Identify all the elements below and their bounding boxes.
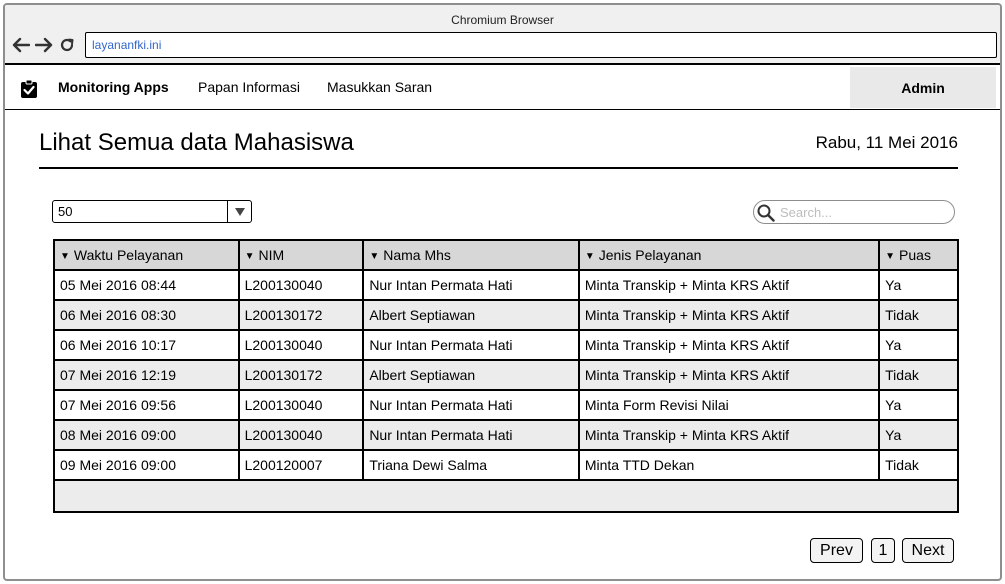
cell-waktu: 06 Mei 2016 10:17 xyxy=(53,329,240,361)
col-header-label: Nama Mhs xyxy=(383,247,451,263)
table-row[interactable]: 06 Mei 2016 08:30 L200130172 Albert Sept… xyxy=(53,299,959,331)
reload-icon[interactable] xyxy=(57,35,77,55)
cell-puas: Ya xyxy=(878,419,959,451)
next-button[interactable]: Next xyxy=(902,538,954,563)
cell-jenis: Minta Transkip + Minta KRS Aktif xyxy=(577,299,881,331)
cell-jenis: Minta Transkip + Minta KRS Aktif xyxy=(577,359,881,391)
page-size-value: 50 xyxy=(58,204,73,219)
prev-button[interactable]: Prev xyxy=(810,538,863,563)
cell-puas: Ya xyxy=(878,329,959,361)
forward-arrow-icon[interactable] xyxy=(34,35,54,55)
cell-nim: L200130040 xyxy=(237,419,365,451)
browser-window: Chromium Browser layananfki.ini Monitori… xyxy=(3,3,1002,581)
table-row[interactable]: 07 Mei 2016 12:19 L200130172 Albert Sept… xyxy=(53,359,959,391)
cell-puas: Tidak xyxy=(878,359,959,391)
search-icon xyxy=(757,204,775,227)
sort-arrow-icon: ▼ xyxy=(369,251,380,262)
search-placeholder: Search... xyxy=(780,205,833,220)
table-row[interactable]: 05 Mei 2016 08:44 L200130040 Nur Intan P… xyxy=(53,269,959,301)
cell-jenis: Minta TTD Dekan xyxy=(577,449,881,481)
table-row[interactable]: 08 Mei 2016 09:00 L200130040 Nur Intan P… xyxy=(53,419,959,451)
col-header-nama-mhs[interactable]: ▼ Nama Mhs xyxy=(362,239,580,271)
cell-nama: Nur Intan Permata Hati xyxy=(362,389,580,421)
cell-nim: L200130040 xyxy=(237,269,365,301)
cell-nama: Nur Intan Permata Hati xyxy=(362,419,580,451)
col-header-label: Jenis Pelayanan xyxy=(598,247,702,263)
sort-arrow-icon: ▼ xyxy=(244,251,255,262)
cell-jenis: Minta Transkip + Minta KRS Aktif xyxy=(577,269,881,301)
col-header-label: NIM xyxy=(258,247,285,263)
cell-nama: Albert Septiawan xyxy=(362,299,580,331)
cell-nim: L200130172 xyxy=(237,299,365,331)
cell-waktu: 07 Mei 2016 12:19 xyxy=(53,359,240,391)
cell-nama: Albert Septiawan xyxy=(362,359,580,391)
browser-title: Chromium Browser xyxy=(451,13,554,27)
table-row[interactable]: 06 Mei 2016 10:17 L200130040 Nur Intan P… xyxy=(53,329,959,361)
brand-title[interactable]: Monitoring Apps xyxy=(58,79,169,95)
cell-puas: Tidak xyxy=(878,449,959,481)
table-header-row: ▼ Waktu Pelayanan ▼ NIM ▼ Nama Mhs ▼ Jenis P… xyxy=(53,239,959,271)
title-divider xyxy=(39,167,958,169)
table-row[interactable]: 07 Mei 2016 09:56 L200130040 Nur Intan P… xyxy=(53,389,959,421)
page-1-button[interactable]: 1 xyxy=(871,538,895,563)
cell-waktu: 05 Mei 2016 08:44 xyxy=(53,269,240,301)
cell-waktu: 07 Mei 2016 09:56 xyxy=(53,389,240,421)
browser-toolbar: Chromium Browser layananfki.ini xyxy=(5,5,1000,65)
app-navbar: Monitoring Apps Papan Informasi Masukkan… xyxy=(5,65,1000,110)
admin-menu[interactable]: Admin xyxy=(850,67,996,108)
cell-puas: Ya xyxy=(878,269,959,301)
table-footer-row xyxy=(53,479,959,513)
cell-puas: Tidak xyxy=(878,299,959,331)
nav-link-papan-informasi[interactable]: Papan Informasi xyxy=(198,79,300,95)
cell-nim: L200120007 xyxy=(237,449,365,481)
col-header-label: Puas xyxy=(899,247,931,263)
cell-waktu: 06 Mei 2016 08:30 xyxy=(53,299,240,331)
page-size-select[interactable]: 50 xyxy=(52,200,252,223)
cell-nim: L200130040 xyxy=(237,329,365,361)
sort-arrow-icon: ▼ xyxy=(60,251,70,262)
cell-waktu: 09 Mei 2016 09:00 xyxy=(53,449,240,481)
page-title: Lihat Semua data Mahasiswa xyxy=(39,129,354,156)
cell-nim: L200130040 xyxy=(237,389,365,421)
cell-jenis: Minta Transkip + Minta KRS Aktif xyxy=(577,419,881,451)
col-header-label: Waktu Pelayanan xyxy=(73,247,184,263)
cell-jenis: Minta Transkip + Minta KRS Aktif xyxy=(577,329,881,361)
col-header-nim[interactable]: ▼ NIM xyxy=(237,239,365,271)
back-arrow-icon[interactable] xyxy=(11,35,31,55)
cell-puas: Ya xyxy=(878,389,959,421)
search-input[interactable]: Search... xyxy=(753,200,955,224)
sort-arrow-icon: ▼ xyxy=(885,251,896,262)
cell-waktu: 08 Mei 2016 09:00 xyxy=(53,419,240,451)
table-row[interactable]: 09 Mei 2016 09:00 L200120007 Triana Dewi… xyxy=(53,449,959,481)
table-footer-cell xyxy=(53,479,959,513)
cell-nim: L200130172 xyxy=(237,359,365,391)
sort-arrow-icon: ▼ xyxy=(584,251,595,262)
col-header-waktu-pelayanan[interactable]: ▼ Waktu Pelayanan xyxy=(53,239,240,271)
page-date: Rabu, 11 Mei 2016 xyxy=(815,133,958,152)
col-header-jenis-pelayanan[interactable]: ▼ Jenis Pelayanan xyxy=(577,239,881,271)
cell-nama: Nur Intan Permata Hati xyxy=(362,269,580,301)
col-header-puas[interactable]: ▼ Puas xyxy=(878,239,959,271)
dropdown-arrow-icon[interactable] xyxy=(227,201,251,222)
cell-jenis: Minta Form Revisi Nilai xyxy=(577,389,881,421)
address-bar[interactable]: layananfki.ini xyxy=(85,32,997,58)
cell-nama: Nur Intan Permata Hati xyxy=(362,329,580,361)
clipboard-check-icon xyxy=(20,79,38,99)
cell-nama: Triana Dewi Salma xyxy=(362,449,580,481)
data-table: ▼ Waktu Pelayanan ▼ NIM ▼ Nama Mhs ▼ Jenis P… xyxy=(53,239,959,513)
nav-link-masukkan-saran[interactable]: Masukkan Saran xyxy=(327,79,432,95)
